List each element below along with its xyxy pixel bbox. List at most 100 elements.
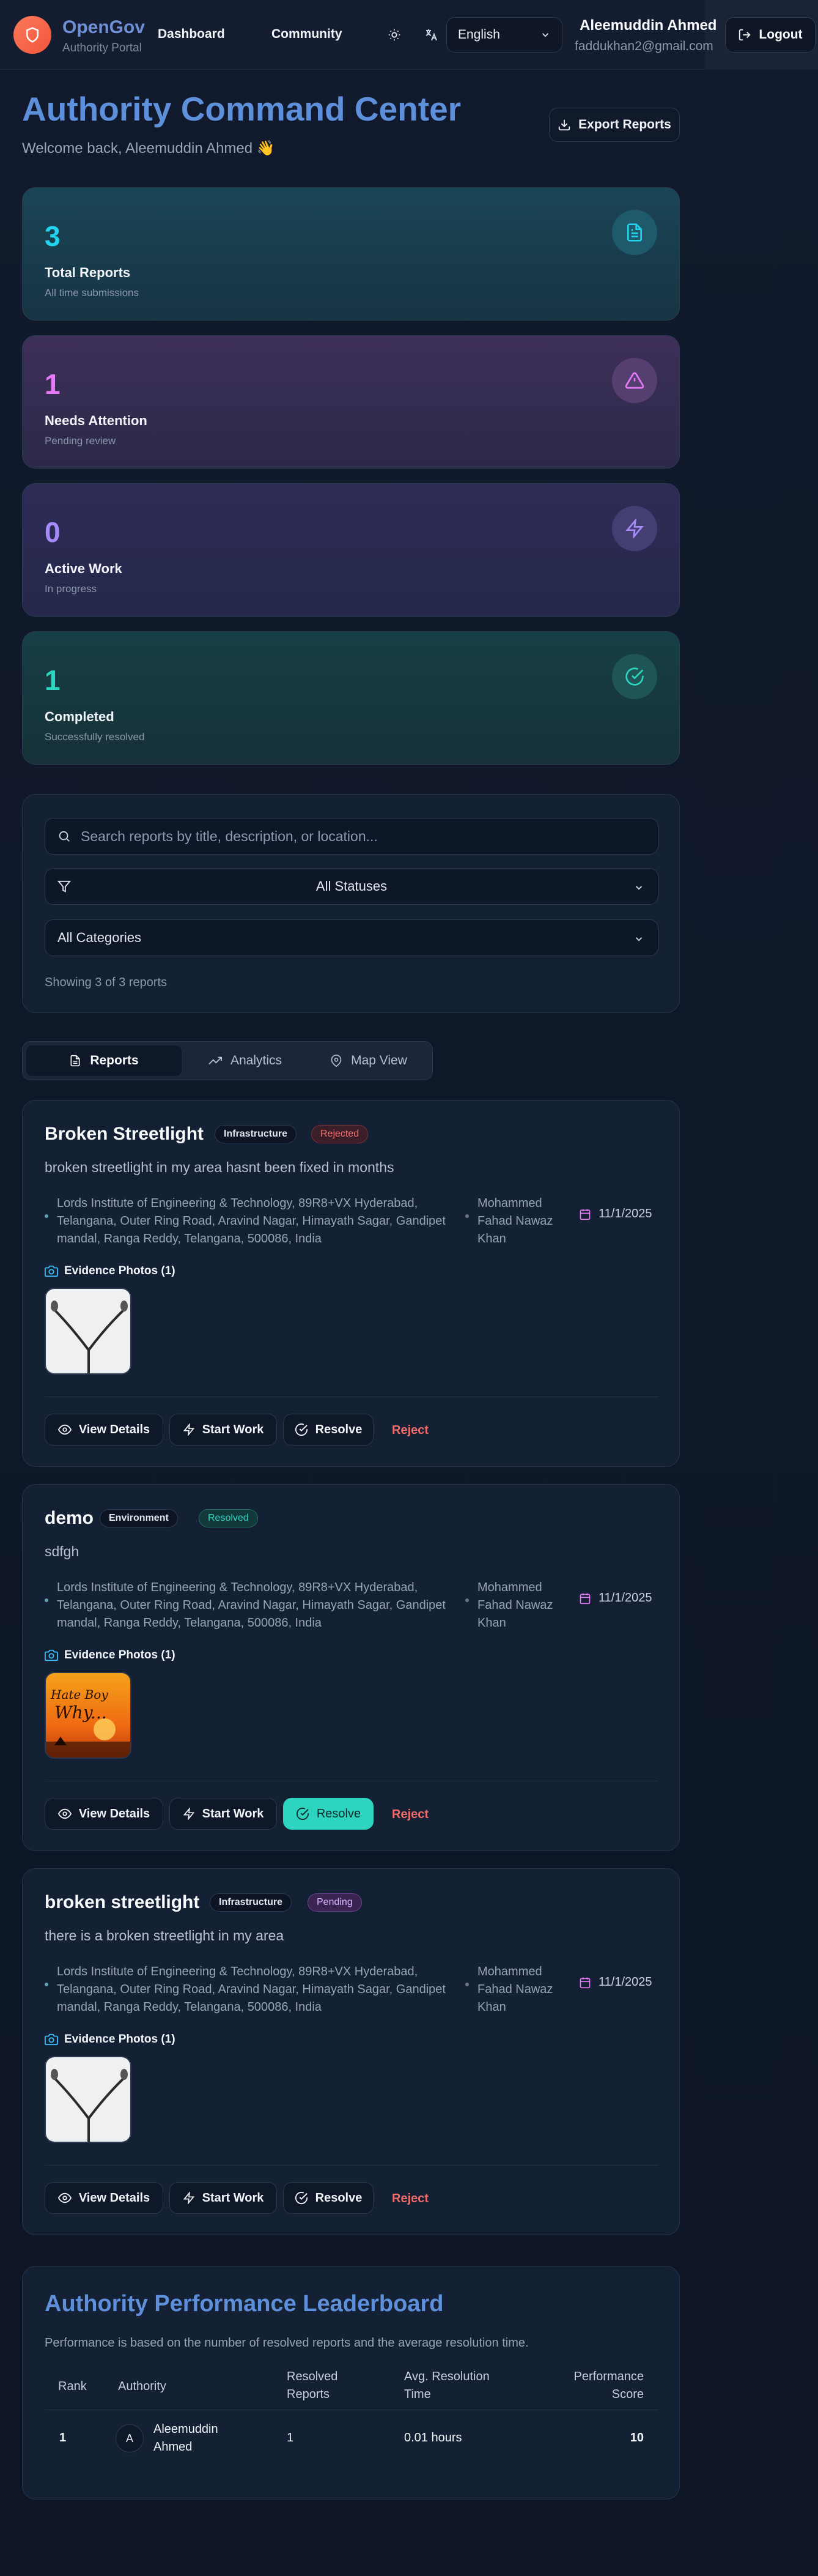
stat-label: Needs Attention bbox=[45, 413, 147, 428]
export-reports-button[interactable]: Export Reports bbox=[549, 108, 680, 142]
nav-community[interactable]: Community bbox=[271, 27, 342, 42]
report-date: 11/1/2025 bbox=[579, 1591, 652, 1605]
search-input[interactable]: Search reports by title, description, or… bbox=[45, 818, 658, 855]
view-details-label: View Details bbox=[78, 2191, 150, 2205]
date-value: 11/1/2025 bbox=[599, 1975, 652, 1989]
logout-button[interactable]: Logout bbox=[725, 17, 816, 53]
calendar-icon bbox=[580, 1209, 591, 1220]
start-work-label: Start Work bbox=[202, 1806, 264, 1821]
status-badge: Pending bbox=[308, 1893, 362, 1912]
stat-value: 3 bbox=[45, 220, 61, 252]
category-badge: Environment bbox=[100, 1509, 178, 1527]
tab-map-view[interactable]: Map View bbox=[309, 1045, 429, 1076]
shield-logo-icon[interactable] bbox=[13, 16, 51, 54]
location-dot bbox=[45, 1214, 48, 1218]
report-reporter: Mohammed Fahad Nawaz Khan bbox=[477, 1197, 553, 1245]
stat-card-total: 3 Total Reports All time submissions bbox=[22, 187, 680, 321]
start-work-button[interactable]: Start Work bbox=[169, 1414, 277, 1446]
chevron-down-icon bbox=[633, 932, 644, 948]
report-title: broken streetlight bbox=[45, 1892, 200, 1912]
lightning-icon bbox=[183, 1423, 194, 1436]
start-work-button[interactable]: Start Work bbox=[169, 1798, 277, 1830]
check-circle-icon bbox=[295, 2191, 308, 2205]
user-email: faddukhan2@gmail.com bbox=[575, 39, 713, 53]
report-card: demo Environment Resolved sdfgh Lords In… bbox=[22, 1484, 680, 1851]
leaderboard-panel: Authority Performance Leaderboard Perfor… bbox=[22, 2266, 680, 2500]
reject-button[interactable]: Reject bbox=[392, 2192, 429, 2206]
tab-label: Analytics bbox=[230, 1053, 282, 1067]
report-reporter: Mohammed Fahad Nawaz Khan bbox=[477, 1965, 553, 2014]
lightning-icon bbox=[183, 1808, 194, 1820]
resolve-button[interactable]: Resolve bbox=[283, 1414, 374, 1446]
category-filter-value: All Categories bbox=[57, 930, 141, 945]
document-icon bbox=[612, 210, 657, 255]
resolve-button[interactable]: Resolve bbox=[283, 2182, 374, 2214]
resolve-button[interactable]: Resolve bbox=[283, 1798, 374, 1830]
report-reporter: Mohammed Fahad Nawaz Khan bbox=[477, 1581, 553, 1630]
column-header-score: Performance Score bbox=[573, 2370, 644, 2401]
report-location: Lords Institute of Engineering & Technol… bbox=[57, 1197, 446, 1245]
stat-subtitle: Pending review bbox=[45, 435, 116, 447]
tab-reports[interactable]: Reports bbox=[26, 1045, 182, 1076]
column-header-resolved: Resolved Reports bbox=[287, 2370, 338, 2401]
camera-icon bbox=[45, 1649, 58, 1661]
view-details-button[interactable]: View Details bbox=[45, 1414, 163, 1446]
view-details-label: View Details bbox=[78, 1422, 150, 1436]
search-icon bbox=[59, 831, 70, 842]
results-count: Showing 3 of 3 reports bbox=[45, 976, 168, 989]
rank-value: 1 bbox=[59, 2431, 67, 2444]
calendar-icon bbox=[580, 1977, 591, 1988]
evidence-photo-thumbnail[interactable]: Hate Boy Why... bbox=[45, 1672, 131, 1759]
view-details-button[interactable]: View Details bbox=[45, 1798, 163, 1830]
evidence-photo-thumbnail[interactable] bbox=[45, 1288, 131, 1375]
category-filter-select[interactable]: All Categories bbox=[45, 919, 658, 956]
stat-subtitle: All time submissions bbox=[45, 287, 139, 299]
nav-dashboard[interactable]: Dashboard bbox=[158, 27, 225, 42]
chevron-down-icon bbox=[633, 881, 644, 897]
photo-caption-line-1: Hate Boy bbox=[50, 1687, 108, 1702]
report-description: broken streetlight in my area hasnt been… bbox=[45, 1159, 394, 1175]
reporter-dot bbox=[465, 1598, 469, 1602]
report-title: demo bbox=[45, 1508, 94, 1528]
brand-subtitle: Authority Portal bbox=[62, 42, 142, 54]
reject-button[interactable]: Reject bbox=[392, 1423, 429, 1438]
location-dot bbox=[45, 1983, 48, 1986]
chevron-down-icon bbox=[540, 29, 551, 44]
status-filter-select[interactable]: All Statuses bbox=[45, 868, 658, 905]
evidence-header: Evidence Photos (1) bbox=[45, 1649, 175, 1662]
resolved-count: 1 bbox=[287, 2431, 294, 2444]
avatar: A bbox=[116, 2424, 144, 2452]
location-dot bbox=[45, 1598, 48, 1602]
leaderboard-description: Performance is based on the number of re… bbox=[45, 2336, 529, 2350]
resolve-label: Resolve bbox=[315, 2191, 363, 2205]
filter-icon bbox=[57, 880, 72, 897]
status-badge: Rejected bbox=[311, 1125, 369, 1143]
column-header-avg-time: Avg. Resolution Time bbox=[404, 2370, 490, 2401]
report-card: Broken Streetlight Infrastructure Reject… bbox=[22, 1100, 680, 1467]
report-description: sdfgh bbox=[45, 1543, 79, 1559]
start-work-button[interactable]: Start Work bbox=[169, 2182, 277, 2214]
date-value: 11/1/2025 bbox=[599, 1591, 652, 1605]
theme-toggle-sun-icon[interactable] bbox=[384, 24, 405, 45]
camera-icon bbox=[45, 1265, 58, 1277]
stat-subtitle: In progress bbox=[45, 583, 97, 595]
eye-icon bbox=[57, 1424, 72, 1435]
evidence-photo-thumbnail[interactable] bbox=[45, 2056, 131, 2143]
eye-icon bbox=[57, 1808, 72, 1819]
brand-name[interactable]: OpenGov bbox=[62, 17, 145, 38]
tab-analytics[interactable]: Analytics bbox=[184, 1045, 306, 1076]
reporter-dot bbox=[465, 1983, 469, 1986]
language-select[interactable]: English bbox=[446, 17, 562, 53]
search-placeholder: Search reports by title, description, or… bbox=[81, 828, 378, 844]
stat-subtitle: Successfully resolved bbox=[45, 731, 145, 743]
report-location: Lords Institute of Engineering & Technol… bbox=[57, 1965, 446, 2014]
stat-card-active: 0 Active Work In progress bbox=[22, 483, 680, 617]
stat-card-attention: 1 Needs Attention Pending review bbox=[22, 335, 680, 469]
evidence-header: Evidence Photos (1) bbox=[45, 2033, 175, 2046]
view-tabs: Reports Analytics Map View bbox=[22, 1041, 433, 1080]
reject-button[interactable]: Reject bbox=[392, 1808, 429, 1822]
view-details-button[interactable]: View Details bbox=[45, 2182, 163, 2214]
document-icon bbox=[70, 1055, 80, 1067]
filter-panel: Search reports by title, description, or… bbox=[22, 794, 680, 1013]
evidence-header: Evidence Photos (1) bbox=[45, 1264, 175, 1278]
